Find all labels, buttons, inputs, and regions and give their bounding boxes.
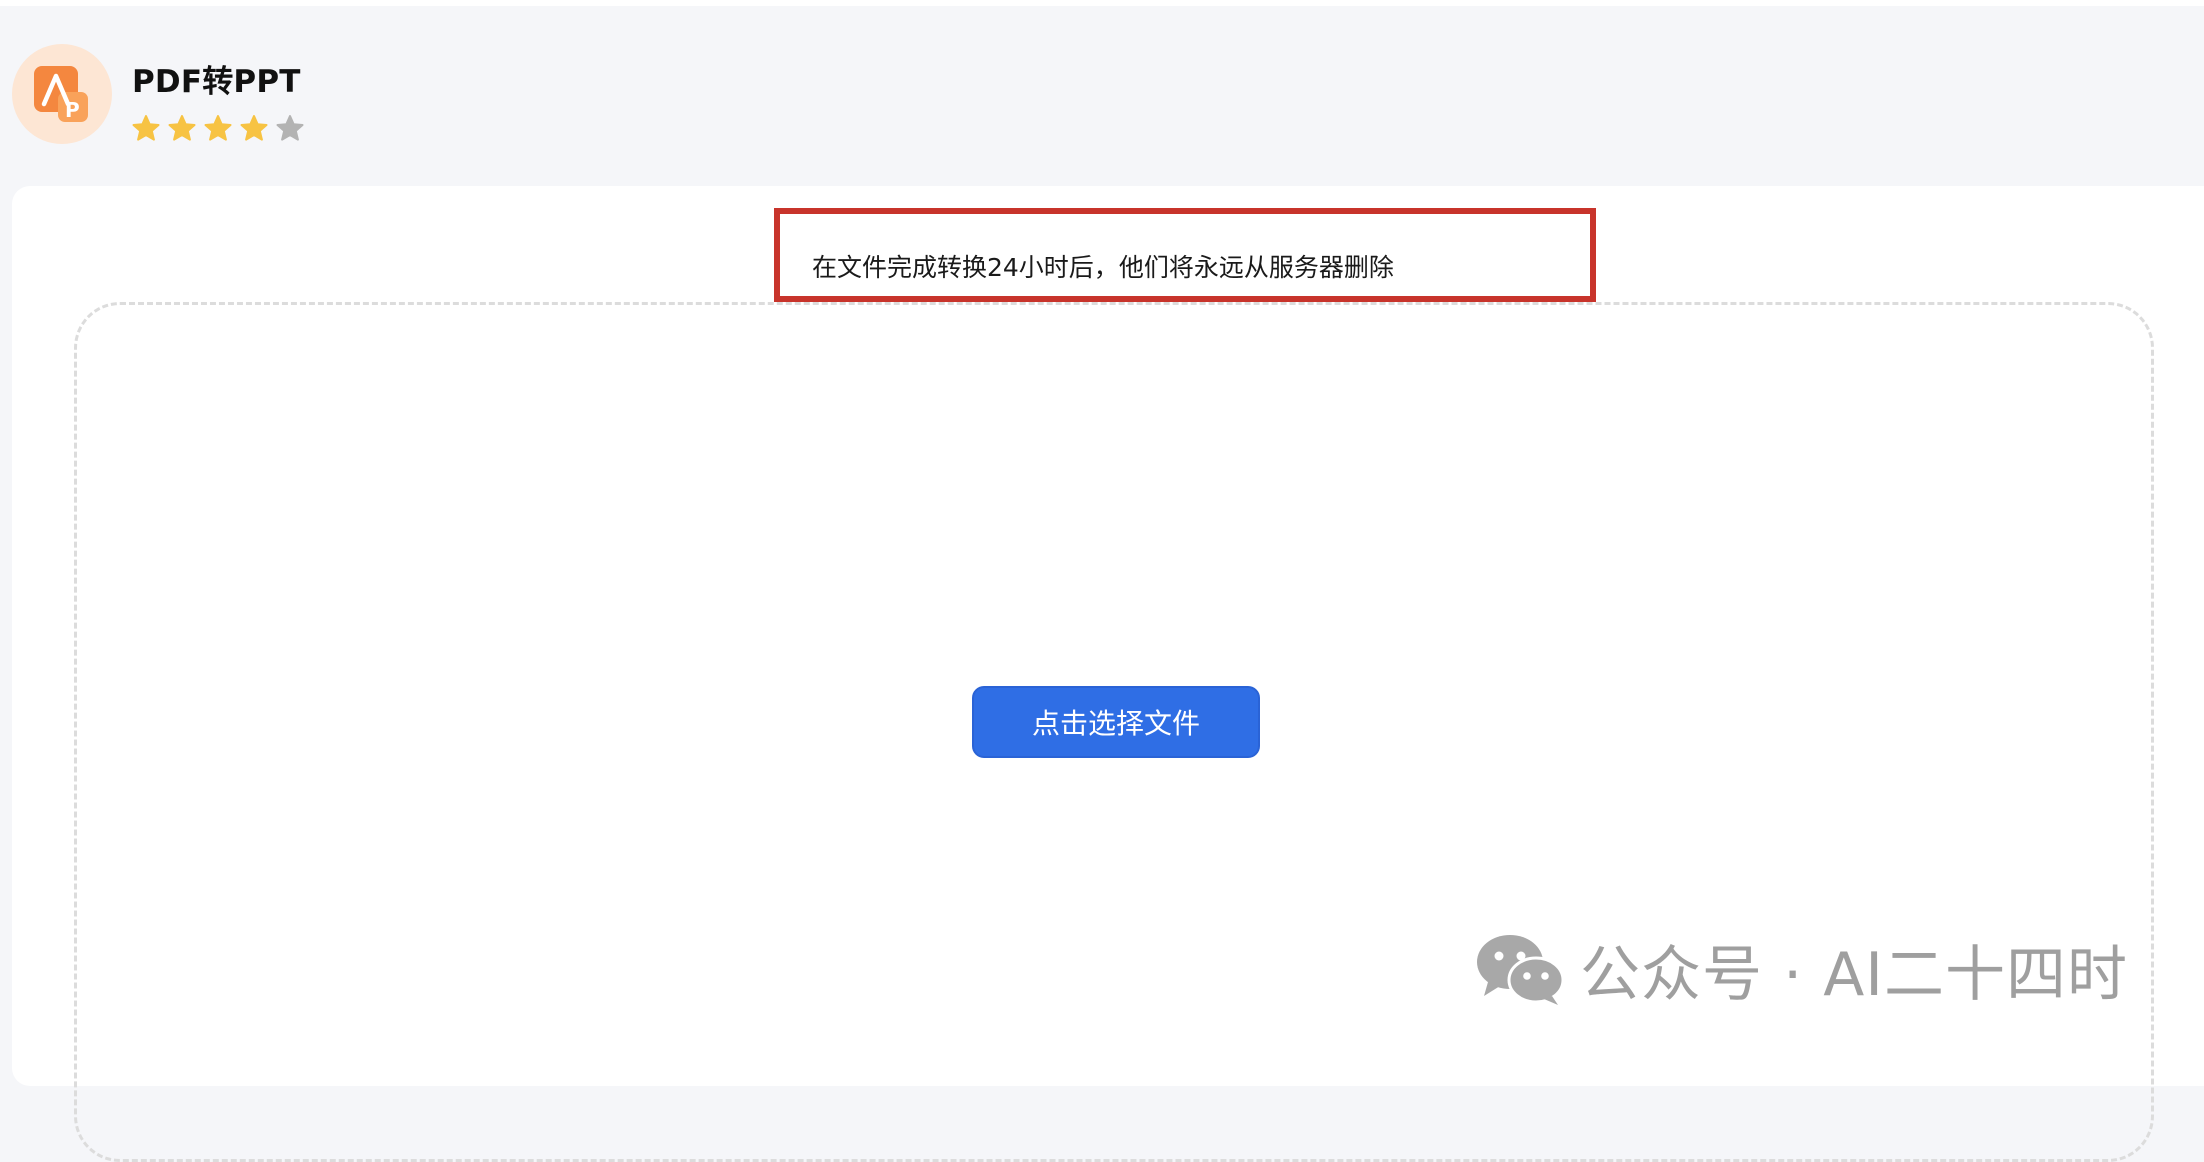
app-header: P PDF转PPT [0,6,2204,186]
star-filled-icon [203,114,239,148]
rating-stars [131,114,311,148]
star-filled-icon [167,114,203,148]
wechat-icon [1477,935,1565,1005]
app-logo-icon: P [12,44,112,144]
watermark: 公众号 · AI二十四时 [1474,932,2128,1010]
select-file-button[interactable]: 点击选择文件 [972,686,1260,758]
star-filled-icon [239,114,275,148]
star-empty-icon [275,114,311,148]
watermark-text: 公众号 · AI二十四时 [1580,939,2128,1010]
notice-highlight-box: 在文件完成转换24小时后，他们将永远从服务器删除 [774,208,1596,302]
svg-text:P: P [65,98,80,122]
star-filled-icon [131,114,167,148]
app-title: PDF转PPT [132,64,301,100]
notice-text: 在文件完成转换24小时后，他们将永远从服务器删除 [812,253,1394,282]
